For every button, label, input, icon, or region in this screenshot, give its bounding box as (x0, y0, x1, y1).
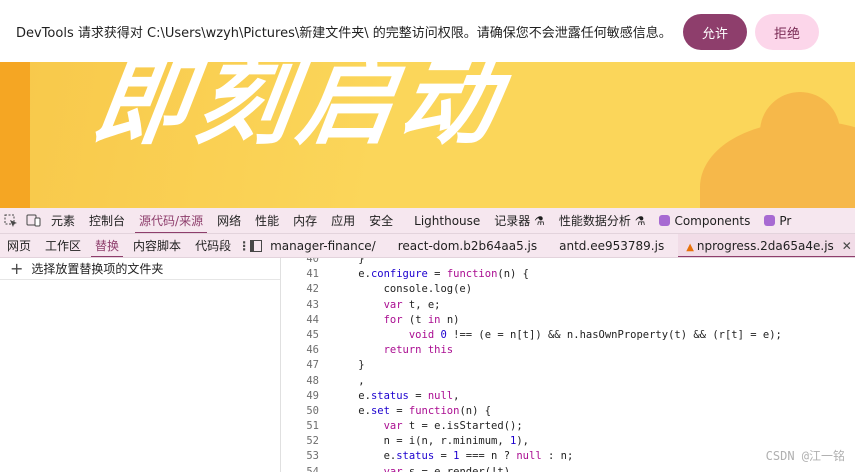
tab-components-label: Components (674, 213, 751, 228)
tab-lighthouse[interactable]: Lighthouse (400, 208, 487, 233)
line-number: 52 (306, 435, 319, 448)
code-content: } e.configure = function(n) { console.lo… (333, 258, 855, 472)
tab-performance-insights[interactable]: 性能数据分析 ⚗ (552, 208, 653, 233)
tab-network[interactable]: 网络 (210, 208, 248, 233)
toggle-navigator-icon[interactable] (250, 234, 263, 257)
permission-message: DevTools 请求获得对 C:\Users\wzyh\Pictures\新建… (16, 25, 672, 41)
tab-profiler-label: Pr (779, 213, 792, 228)
line-number: 48 (306, 374, 319, 387)
tab-console[interactable]: 控制台 (82, 208, 132, 233)
devtools-main-tabbar: 元素 控制台 源代码/来源 网络 性能 内存 应用 安全 Lighthouse … (0, 208, 855, 234)
code-line: var s = e.render(!t), (383, 465, 517, 472)
code-line: e.set = function(n) { (333, 404, 492, 417)
code-line: return this (383, 344, 454, 357)
line-number: 53 (306, 450, 319, 463)
line-number: 45 (306, 328, 319, 341)
allow-button[interactable]: 允许 (683, 14, 747, 50)
file-tab-nprogress[interactable]: ▲ nprogress.2da65a4e.js ✕ (678, 234, 855, 257)
tab-profiler[interactable]: Pr (757, 208, 798, 233)
line-number: 51 (306, 420, 319, 433)
code-line: for (t in n) (383, 313, 460, 326)
code-line: var t, e; (383, 298, 441, 311)
code-line: void 0 !== (e = n[t]) && n.hasOwnPropert… (408, 328, 782, 341)
device-toolbar-icon[interactable] (22, 208, 44, 233)
devtools-panel: 元素 控制台 源代码/来源 网络 性能 内存 应用 安全 Lighthouse … (0, 208, 855, 472)
banner-title: 即刻启动 (86, 62, 511, 158)
line-number: 44 (306, 313, 319, 326)
code-line: var t = e.isStarted(); (383, 420, 523, 433)
subtab-page[interactable]: 网页 (0, 234, 38, 257)
subtab-snippets[interactable]: 代码段 (188, 234, 238, 257)
code-line: } (333, 359, 365, 372)
code-line: } (333, 258, 365, 265)
permission-infobar: DevTools 请求获得对 C:\Users\wzyh\Pictures\新建… (0, 0, 855, 62)
line-number: 41 (306, 268, 319, 281)
tab-performance[interactable]: 性能 (248, 208, 286, 233)
watermark: CSDN @江一铭 (765, 447, 845, 464)
line-number: 46 (306, 344, 319, 357)
file-tab-manager-finance[interactable]: manager-finance/ (262, 234, 390, 257)
tab-application[interactable]: 应用 (324, 208, 362, 233)
warning-icon: ▲ (686, 241, 694, 253)
line-number: 54 (306, 465, 319, 472)
inspect-element-icon[interactable] (0, 208, 22, 233)
react-extension-icon (659, 214, 671, 226)
subtab-workspace[interactable]: 工作区 (38, 234, 88, 257)
banner-left-stripe (0, 62, 30, 208)
tab-memory[interactable]: 内存 (286, 208, 324, 233)
react-extension-icon (764, 214, 776, 226)
code-line: e.configure = function(n) { (333, 268, 529, 281)
file-tab-nprogress-label: nprogress.2da65a4e.js (696, 238, 834, 253)
close-icon[interactable]: ✕ (842, 239, 852, 253)
line-number: 49 (306, 389, 319, 402)
subtab-overrides[interactable]: 替换 (88, 234, 126, 257)
code-line: , (333, 374, 365, 387)
line-number: 40 (306, 258, 319, 265)
overrides-navigator: + 选择放置替换项的文件夹 (0, 258, 281, 472)
file-tab-antd[interactable]: antd.ee953789.js (551, 234, 678, 257)
select-override-folder-button[interactable]: + 选择放置替换项的文件夹 (0, 258, 280, 280)
line-number-gutter: 40 41 42 43 44 45 46 47 48 49 50 51 52 5… (281, 258, 333, 472)
tab-security[interactable]: 安全 (362, 208, 400, 233)
sources-body: + 选择放置替换项的文件夹 40 41 42 43 44 45 46 47 48… (0, 258, 855, 472)
line-number: 50 (306, 404, 319, 417)
more-options-icon[interactable]: ⋮ (238, 239, 250, 253)
subtab-content-scripts[interactable]: 内容脚本 (126, 234, 188, 257)
deny-button[interactable]: 拒绝 (755, 14, 819, 50)
line-number: 42 (306, 283, 319, 296)
tab-components[interactable]: Components (652, 208, 757, 233)
select-override-folder-label: 选择放置替换项的文件夹 (31, 262, 164, 276)
sources-subbar: 网页 工作区 替换 内容脚本 代码段 ⋮ manager-finance/ re… (0, 234, 855, 258)
code-line: console.log(e) (333, 283, 473, 296)
line-number: 43 (306, 298, 319, 311)
tab-sources[interactable]: 源代码/来源 (132, 208, 210, 233)
code-editor[interactable]: 40 41 42 43 44 45 46 47 48 49 50 51 52 5… (281, 258, 855, 472)
tab-elements[interactable]: 元素 (44, 208, 82, 233)
file-tab-react-dom[interactable]: react-dom.b2b64aa5.js (390, 234, 551, 257)
code-line: e.status = null, (333, 389, 460, 402)
banner-decoration (760, 92, 840, 172)
tab-recorder[interactable]: 记录器 ⚗ (487, 208, 552, 233)
page-banner: 即刻启动 (0, 62, 855, 208)
line-number: 47 (306, 359, 319, 372)
plus-icon: + (10, 258, 24, 278)
